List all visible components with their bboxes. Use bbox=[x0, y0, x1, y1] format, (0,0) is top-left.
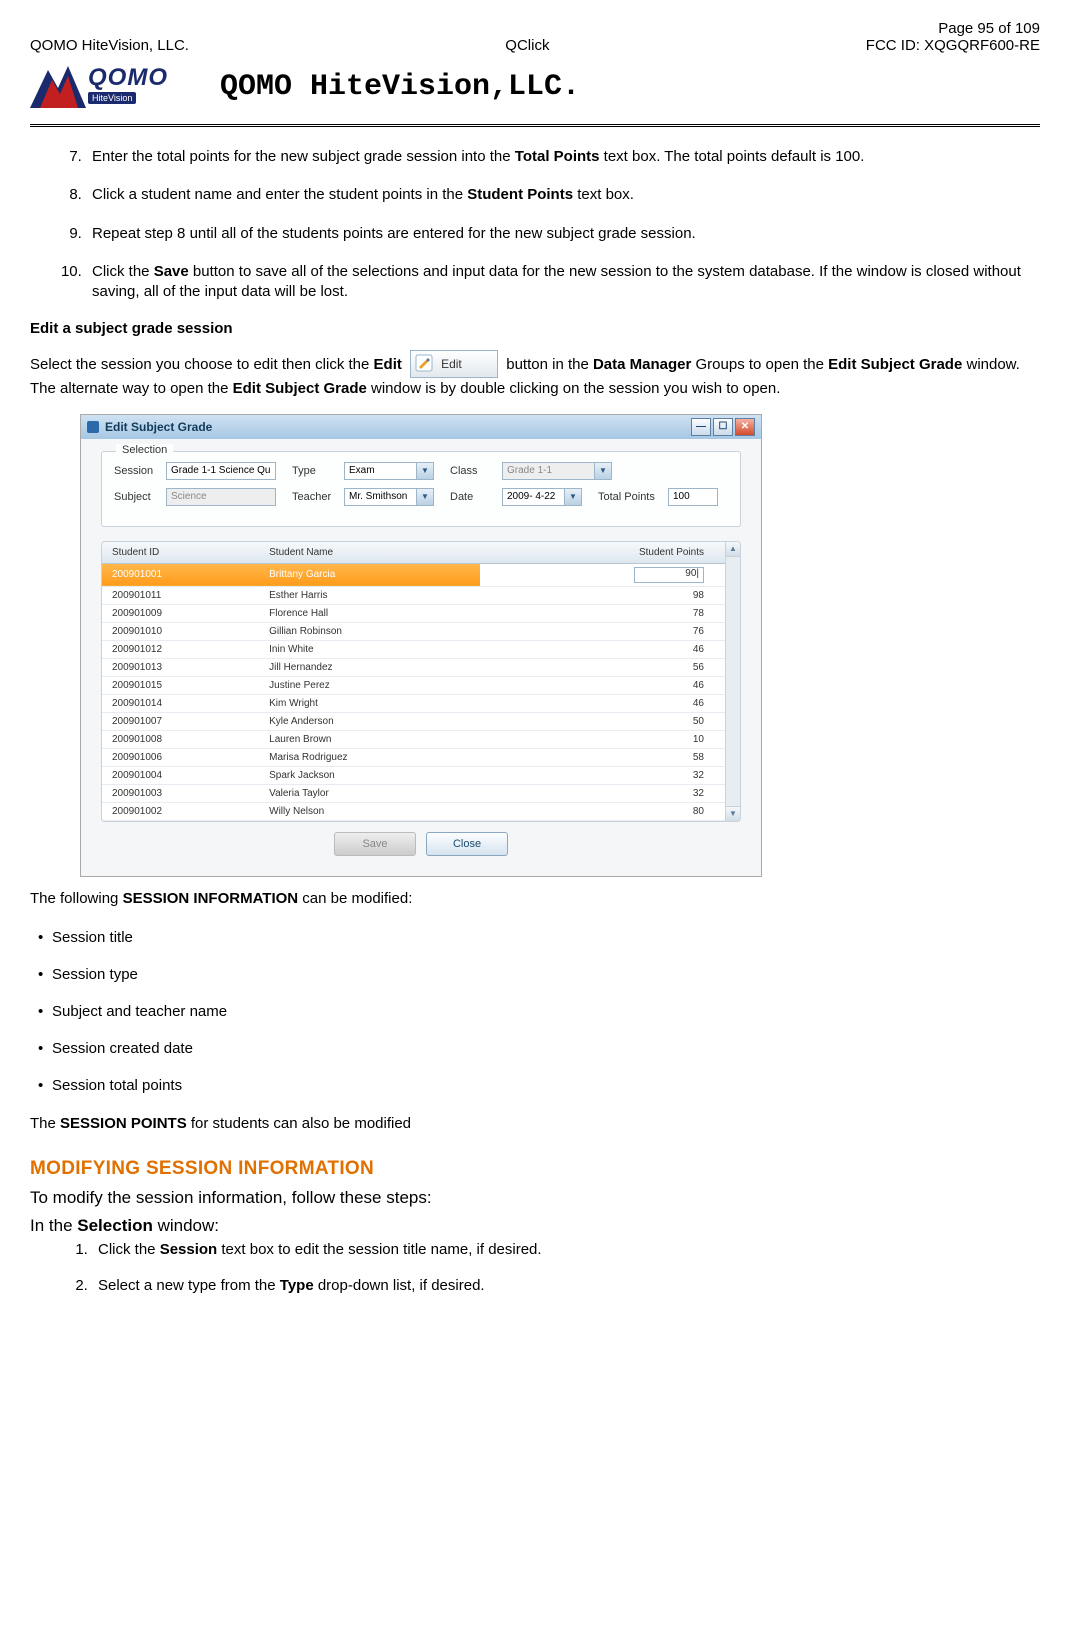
selection-legend: Selection bbox=[116, 444, 173, 456]
chevron-down-icon: ▼ bbox=[564, 489, 581, 505]
table-row[interactable]: 200901015Justine Perez46 bbox=[102, 676, 740, 694]
page-number: Page 95 of 109 bbox=[938, 20, 1040, 37]
scrollbar[interactable]: ▲ ▼ bbox=[725, 542, 740, 821]
edit-section-title: Edit a subject grade session bbox=[30, 320, 1040, 337]
session-input[interactable]: Grade 1-1 Science Qu bbox=[166, 462, 276, 480]
logo: QOMO HiteVision bbox=[30, 58, 180, 116]
list-item: Session title bbox=[52, 929, 1040, 946]
chevron-down-icon: ▼ bbox=[594, 463, 611, 479]
chevron-down-icon: ▼ bbox=[416, 489, 433, 505]
step-9: Repeat step 8 until all of the students … bbox=[86, 224, 1040, 244]
step-8: Click a student name and enter the stude… bbox=[86, 185, 1040, 205]
minimize-button[interactable]: — bbox=[691, 418, 711, 436]
list-item: Session created date bbox=[52, 1040, 1040, 1057]
table-row[interactable]: 200901003Valeria Taylor32 bbox=[102, 784, 740, 802]
bullet-list: Session title Session type Subject and tea… bbox=[30, 929, 1040, 1094]
logo-icon bbox=[30, 58, 86, 108]
header-center: QClick bbox=[505, 37, 549, 54]
list-item: Session type bbox=[52, 966, 1040, 983]
table-row[interactable]: 200901002Willy Nelson80 bbox=[102, 802, 740, 820]
step-7: Enter the total points for the new subje… bbox=[86, 147, 1040, 167]
teacher-dropdown[interactable]: Mr. Smithson▼ bbox=[344, 488, 434, 506]
table-row[interactable]: 200901010Gillian Robinson76 bbox=[102, 622, 740, 640]
subject-input: Science bbox=[166, 488, 276, 506]
scroll-up-icon[interactable]: ▲ bbox=[726, 542, 740, 557]
modifying-steps: Click the Session text box to edit the s… bbox=[30, 1240, 1040, 1297]
company-title: QOMO HiteVision,LLC. bbox=[220, 70, 580, 104]
edit-paragraph: Select the session you choose to edit th… bbox=[30, 351, 1040, 399]
scroll-down-icon[interactable]: ▼ bbox=[726, 806, 740, 821]
header-right: FCC ID: XQGQRF600-RE bbox=[866, 37, 1040, 54]
list-item: Session total points bbox=[52, 1077, 1040, 1094]
close-button[interactable]: ✕ bbox=[735, 418, 755, 436]
col-student-name[interactable]: Student Name bbox=[259, 542, 480, 564]
table-row[interactable]: 200901014Kim Wright46 bbox=[102, 694, 740, 712]
list-item: Subject and teacher name bbox=[52, 1003, 1040, 1020]
mod-step-1: Click the Session text box to edit the s… bbox=[92, 1240, 1040, 1260]
in-selection-line: In the Selection window: bbox=[30, 1216, 1040, 1236]
maximize-button[interactable]: ☐ bbox=[713, 418, 733, 436]
col-student-points[interactable]: Student Points bbox=[480, 542, 740, 564]
session-points-line: The SESSION POINTS for students can also… bbox=[30, 1114, 1040, 1134]
table-row[interactable]: 200901008Lauren Brown10 bbox=[102, 730, 740, 748]
close-window-button[interactable]: Close bbox=[426, 832, 508, 856]
table-row[interactable]: 200901004Spark Jackson32 bbox=[102, 766, 740, 784]
type-dropdown[interactable]: Exam▼ bbox=[344, 462, 434, 480]
step-10: Click the Save button to save all of the… bbox=[86, 262, 1040, 303]
mod-step-2: Select a new type from the Type drop-dow… bbox=[92, 1276, 1040, 1296]
logo-text: QOMO bbox=[88, 64, 168, 92]
window-title: Edit Subject Grade bbox=[87, 420, 212, 434]
table-row[interactable]: 200901007Kyle Anderson50 bbox=[102, 712, 740, 730]
header-left: QOMO HiteVision, LLC. bbox=[30, 37, 189, 54]
date-picker[interactable]: 2009- 4-22▼ bbox=[502, 488, 582, 506]
total-points-input[interactable]: 100 bbox=[668, 488, 718, 506]
table-row[interactable]: 200901011Esther Harris98 bbox=[102, 586, 740, 604]
table-row[interactable]: 200901006Marisa Rodriguez58 bbox=[102, 748, 740, 766]
table-row[interactable]: 200901001Brittany Garcia90| bbox=[102, 563, 740, 586]
edit-button-image: Edit bbox=[410, 350, 498, 378]
modifying-intro: To modify the session information, follo… bbox=[30, 1188, 1040, 1208]
modifying-heading: MODIFYING SESSION INFORMATION bbox=[30, 1158, 1040, 1180]
pencil-icon bbox=[415, 354, 433, 372]
numbered-steps: Enter the total points for the new subje… bbox=[30, 147, 1040, 302]
col-student-id[interactable]: Student ID bbox=[102, 542, 259, 564]
table-row[interactable]: 200901012Inin White46 bbox=[102, 640, 740, 658]
following-line: The following SESSION INFORMATION can be… bbox=[30, 889, 1040, 909]
class-dropdown: Grade 1-1▼ bbox=[502, 462, 612, 480]
table-row[interactable]: 200901009Florence Hall78 bbox=[102, 604, 740, 622]
logo-subtext: HiteVision bbox=[88, 92, 136, 104]
students-table: Student ID Student Name Student Points 2… bbox=[102, 542, 740, 821]
student-points-input[interactable]: 90| bbox=[634, 567, 704, 583]
save-button: Save bbox=[334, 832, 416, 856]
table-row[interactable]: 200901013Jill Hernandez56 bbox=[102, 658, 740, 676]
edit-subject-grade-window: Edit Subject Grade — ☐ ✕ Selection Sessi… bbox=[80, 414, 762, 877]
chevron-down-icon: ▼ bbox=[416, 463, 433, 479]
selection-group: Selection SessionGrade 1-1 Science Qu Ty… bbox=[101, 451, 741, 527]
